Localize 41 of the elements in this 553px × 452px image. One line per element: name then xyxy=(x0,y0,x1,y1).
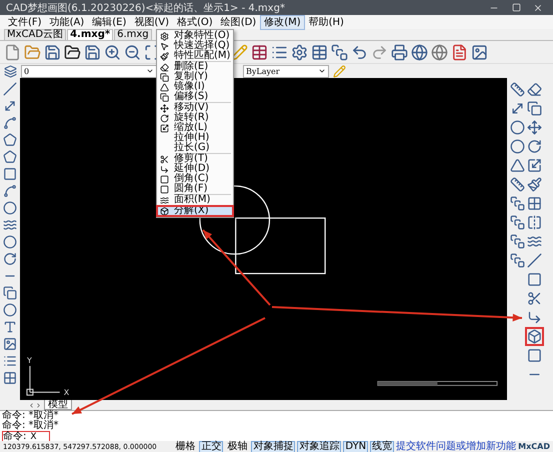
menu-item[interactable]: 文件(F) xyxy=(4,14,46,30)
menu-item[interactable]: 功能(A) xyxy=(46,14,88,30)
menu-entry[interactable]: 对象特性(O) xyxy=(157,31,233,41)
menu-item[interactable]: 格式(O) xyxy=(173,14,217,30)
status-toggle[interactable]: 极轴 xyxy=(225,440,250,452)
status-toggle[interactable]: 栅格 xyxy=(173,440,198,452)
menu-entry[interactable]: 特性匹配(M) xyxy=(157,51,233,61)
menu-item[interactable]: 编辑(E) xyxy=(88,14,130,30)
menu-item[interactable]: 修改(M) xyxy=(260,14,305,30)
menu-item[interactable]: 绘图(D) xyxy=(216,14,260,30)
document-tab[interactable]: MxCAD云图 xyxy=(4,29,66,40)
menu-entry[interactable]: 修剪(T) xyxy=(157,154,233,164)
menu-entry[interactable]: 旋转(R) xyxy=(157,113,233,123)
menu-entry[interactable]: 缩放(L) xyxy=(157,123,233,133)
command-history-line: 命令: *取消* xyxy=(2,411,60,421)
menu-entry[interactable]: 面积(M) xyxy=(157,195,233,205)
command-history-line: 命令: *取消* xyxy=(2,421,60,431)
menu-entry[interactable]: 快速选择(Q) xyxy=(157,41,233,51)
status-toggle[interactable]: 对象追踪 xyxy=(297,440,342,452)
menu-entry[interactable]: 延伸(D) xyxy=(157,164,233,174)
menu-entry[interactable]: 删除(E) xyxy=(157,62,233,72)
layer-combo[interactable]: 0 xyxy=(21,64,157,78)
linetype-combo[interactable]: ByLayer xyxy=(243,64,329,78)
menu-entry[interactable]: 镜像(I) xyxy=(157,82,233,92)
menu-entry[interactable]: 拉长(G) xyxy=(157,143,233,153)
status-toggle[interactable]: 线宽 xyxy=(370,440,394,452)
menu-item[interactable]: 帮助(H) xyxy=(304,14,348,30)
menu-item[interactable]: 视图(V) xyxy=(130,14,173,30)
feedback-link[interactable]: 提交软件问题或增加新功能 xyxy=(396,442,516,452)
status-toggle[interactable]: 对象捕捉 xyxy=(251,440,296,452)
status-toggle[interactable]: 正交 xyxy=(199,440,224,452)
menu-entry[interactable]: 倒角(C) xyxy=(157,174,233,184)
document-tab[interactable]: 6.mxg xyxy=(114,29,152,40)
menu-entry[interactable]: 移动(V) xyxy=(157,103,233,113)
status-toggle[interactable]: DYN xyxy=(343,440,368,452)
window-title: CAD梦想画图(6.1.20230226)<标起的话、坐示1> - 4.mxg* xyxy=(6,2,286,14)
menu-entry[interactable]: 拉伸(H) xyxy=(157,133,233,143)
menu-entry[interactable]: 偏移(S) xyxy=(157,92,233,102)
brand-label: MxCAD xyxy=(518,442,550,451)
document-tab[interactable]: 4.mxg* xyxy=(67,29,114,40)
menu-entry[interactable]: 圆角(F) xyxy=(157,184,233,194)
